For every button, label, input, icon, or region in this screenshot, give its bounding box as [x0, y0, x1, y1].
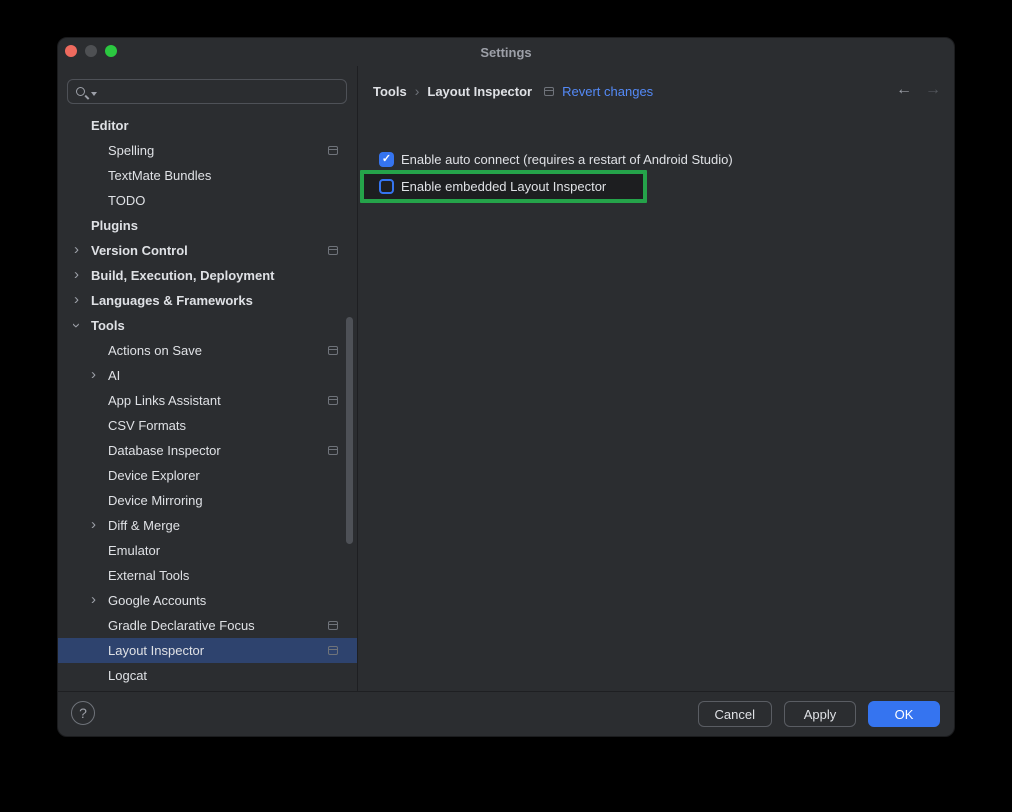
- footer-buttons: Cancel Apply OK: [698, 701, 940, 727]
- revert-changes-link[interactable]: Revert changes: [562, 84, 653, 99]
- sidebar-item-label: Build, Execution, Deployment: [91, 268, 274, 283]
- checkbox-option-highlighted: Enable embedded Layout Inspector: [360, 170, 647, 203]
- checkbox-option: ✓ Enable auto connect (requires a restart…: [360, 148, 733, 170]
- sidebar-item-label: Device Explorer: [108, 468, 200, 483]
- modified-settings-icon: [544, 87, 554, 96]
- footer-bar: ? Cancel Apply OK: [58, 691, 954, 736]
- sidebar-item-label: External Tools: [108, 568, 189, 583]
- sidebar-item-label: Google Accounts: [108, 593, 206, 608]
- sidebar-item-editor[interactable]: Editor: [58, 113, 357, 138]
- sidebar-item-label: Tools: [91, 318, 125, 333]
- sidebar-item-emulator[interactable]: Emulator: [58, 538, 357, 563]
- search-box[interactable]: [67, 79, 347, 104]
- chevron-right-icon[interactable]: ›: [91, 517, 96, 532]
- checkbox-unchecked[interactable]: [379, 179, 394, 194]
- modified-settings-icon: [328, 346, 338, 355]
- sidebar-item-languages-frameworks[interactable]: › Languages & Frameworks: [58, 288, 357, 313]
- chevron-right-icon[interactable]: ›: [91, 592, 96, 607]
- chevron-right-icon[interactable]: ›: [74, 267, 79, 282]
- sidebar-item-label: Languages & Frameworks: [91, 293, 253, 308]
- sidebar-item-csv-formats[interactable]: CSV Formats: [58, 413, 357, 438]
- sidebar-item-tools[interactable]: › Tools: [58, 313, 357, 338]
- sidebar-item-version-control[interactable]: › Version Control: [58, 238, 357, 263]
- sidebar-item-label: Gradle Declarative Focus: [108, 618, 255, 633]
- modified-settings-icon: [328, 446, 338, 455]
- chevron-right-icon[interactable]: ›: [91, 367, 96, 382]
- sidebar-item-actions-on-save[interactable]: Actions on Save: [58, 338, 357, 363]
- desktop-background: Settings Editor Spelling TextMate Bundles T…: [0, 0, 1012, 812]
- breadcrumb: Tools › Layout Inspector Revert changes: [373, 83, 653, 99]
- sidebar-item-layout-inspector[interactable]: Layout Inspector: [58, 638, 357, 663]
- sidebar-item-google-accounts[interactable]: › Google Accounts: [58, 588, 357, 613]
- sidebar-item-app-links-assistant[interactable]: App Links Assistant: [58, 388, 357, 413]
- sidebar-item-plugins[interactable]: Plugins: [58, 213, 357, 238]
- settings-tree: Editor Spelling TextMate Bundles TODO Plugin…: [58, 113, 357, 688]
- sidebar-item-ai[interactable]: › AI: [58, 363, 357, 388]
- sidebar-item-device-explorer[interactable]: Device Explorer: [58, 463, 357, 488]
- search-history-caret-icon[interactable]: [91, 92, 97, 96]
- sidebar-item-database-inspector[interactable]: Database Inspector: [58, 438, 357, 463]
- sidebar-item-build-execution-deployment[interactable]: › Build, Execution, Deployment: [58, 263, 357, 288]
- sidebar-item-label: Layout Inspector: [108, 643, 204, 658]
- apply-button[interactable]: Apply: [784, 701, 856, 727]
- sidebar-item-logcat[interactable]: Logcat: [58, 663, 357, 688]
- modified-settings-icon: [328, 621, 338, 630]
- modified-settings-icon: [328, 146, 338, 155]
- ok-button[interactable]: OK: [868, 701, 940, 727]
- sidebar-item-label: TODO: [108, 193, 145, 208]
- sidebar-item-textmate-bundles[interactable]: TextMate Bundles: [58, 163, 357, 188]
- sidebar-item-label: Editor: [91, 118, 129, 133]
- sidebar-item-label: Version Control: [91, 243, 188, 258]
- checkbox-checked[interactable]: ✓: [379, 152, 394, 167]
- help-button[interactable]: ?: [71, 701, 95, 725]
- sidebar-item-label: Diff & Merge: [108, 518, 180, 533]
- sidebar-item-gradle-declarative-focus[interactable]: Gradle Declarative Focus: [58, 613, 357, 638]
- search-icon: [76, 87, 85, 96]
- settings-window: Settings Editor Spelling TextMate Bundles T…: [57, 37, 955, 737]
- window-title: Settings: [58, 45, 954, 60]
- sidebar-item-label: CSV Formats: [108, 418, 186, 433]
- options-list: ✓ Enable auto connect (requires a restart…: [360, 148, 733, 203]
- sidebar-item-label: Database Inspector: [108, 443, 221, 458]
- sidebar-item-spelling[interactable]: Spelling: [58, 138, 357, 163]
- sidebar-item-label: Plugins: [91, 218, 138, 233]
- chevron-down-icon[interactable]: ›: [69, 323, 84, 328]
- forward-arrow-icon: →: [925, 81, 941, 99]
- sidebar-item-label: App Links Assistant: [108, 393, 221, 408]
- back-arrow-icon[interactable]: ←: [896, 81, 912, 99]
- chevron-right-icon[interactable]: ›: [74, 242, 79, 257]
- modified-settings-icon: [328, 646, 338, 655]
- settings-content: Tools › Layout Inspector Revert changes …: [358, 66, 954, 691]
- modified-settings-icon: [328, 396, 338, 405]
- window-titlebar[interactable]: Settings: [58, 38, 954, 66]
- checkbox-label: Enable auto connect (requires a restart …: [401, 152, 733, 167]
- sidebar-item-diff-merge[interactable]: › Diff & Merge: [58, 513, 357, 538]
- search-input[interactable]: [103, 84, 338, 99]
- sidebar-item-label: Spelling: [108, 143, 154, 158]
- sidebar-item-device-mirroring[interactable]: Device Mirroring: [58, 488, 357, 513]
- sidebar-item-label: Logcat: [108, 668, 147, 683]
- breadcrumb-tools[interactable]: Tools: [373, 84, 407, 99]
- cancel-button[interactable]: Cancel: [698, 701, 772, 727]
- sidebar-scrollbar[interactable]: [346, 317, 353, 544]
- sidebar-item-todo[interactable]: TODO: [58, 188, 357, 213]
- sidebar-item-external-tools[interactable]: External Tools: [58, 563, 357, 588]
- breadcrumb-separator-icon: ›: [415, 83, 420, 99]
- sidebar-item-label: Device Mirroring: [108, 493, 203, 508]
- settings-sidebar: Editor Spelling TextMate Bundles TODO Plugin…: [58, 66, 357, 691]
- chevron-right-icon[interactable]: ›: [74, 292, 79, 307]
- sidebar-item-label: Emulator: [108, 543, 160, 558]
- sidebar-item-label: Actions on Save: [108, 343, 202, 358]
- breadcrumb-layout-inspector: Layout Inspector: [427, 84, 532, 99]
- sidebar-item-label: TextMate Bundles: [108, 168, 211, 183]
- checkbox-label: Enable embedded Layout Inspector: [401, 179, 606, 194]
- modified-settings-icon: [328, 246, 338, 255]
- sidebar-item-label: AI: [108, 368, 120, 383]
